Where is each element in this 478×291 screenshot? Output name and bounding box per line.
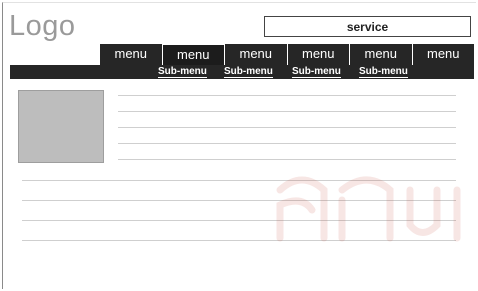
text-line-placeholder: [118, 143, 456, 144]
menu-item-4[interactable]: menu: [286, 44, 350, 65]
submenu-item-3[interactable]: Sub-menu: [292, 65, 341, 79]
menu-item-3[interactable]: menu: [224, 44, 287, 65]
submenu-item-2[interactable]: Sub-menu: [224, 65, 273, 79]
text-line-placeholder: [118, 95, 456, 96]
text-line-placeholder: [118, 111, 456, 112]
main-menu-bar: menu menu menu menu menu menu: [100, 44, 474, 65]
menu-item-6[interactable]: menu: [411, 44, 475, 65]
menu-item-1[interactable]: menu: [100, 44, 162, 65]
menu-item-2[interactable]: menu: [161, 44, 224, 65]
text-line-placeholder: [118, 127, 456, 128]
watermark-logo: [276, 176, 461, 242]
logo[interactable]: Logo: [9, 12, 76, 41]
service-button[interactable]: service: [264, 16, 471, 37]
menu-item-5[interactable]: menu: [349, 44, 412, 65]
image-placeholder: [18, 90, 104, 163]
submenu-item-1[interactable]: Sub-menu: [158, 65, 207, 79]
submenu-item-4[interactable]: Sub-menu: [359, 65, 408, 79]
